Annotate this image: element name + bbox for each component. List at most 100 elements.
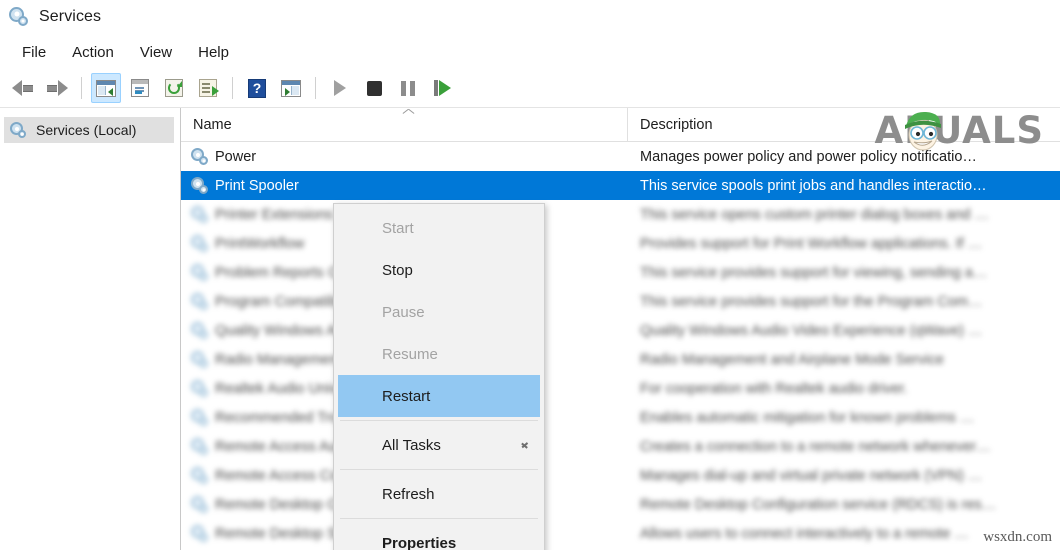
context-menu-item-properties[interactable]: Properties [334,522,544,550]
column-header-name-label: Name [193,116,232,133]
table-row[interactable]: Recommended Troubleshooting Service Enab… [181,403,1060,432]
service-name: Power [215,148,257,165]
service-description: Radio Management and Airplane Mode Servi… [640,351,944,368]
service-description: This service provides support for viewin… [640,264,988,281]
cell-name: Power [181,147,628,166]
service-gear-icon [191,321,210,340]
context-menu-item-stop[interactable]: Stop [334,249,544,291]
stop-icon [366,80,382,96]
menu-bar: File Action View Help [0,36,1060,68]
table-row[interactable]: PrintWorkflow Provides support for Print… [181,229,1060,258]
service-name: PrintWorkflow [215,235,305,252]
services-rows: Power Manages power policy and power pol… [181,142,1060,548]
column-header-name[interactable]: Name [181,108,628,141]
service-description: Creates a connection to a remote network… [640,438,991,455]
window-title: Services [39,7,102,25]
table-row[interactable]: Printer Extensions and Notifications Thi… [181,200,1060,229]
back-button[interactable] [8,73,38,103]
service-gear-icon [191,234,210,253]
service-gear-icon [191,205,210,224]
start-service-button[interactable] [325,73,355,103]
service-name: Print Spooler [215,177,299,194]
column-header-description-label: Description [640,116,713,133]
toolbar-separator [232,77,233,99]
context-menu-item-start: Start [382,219,414,237]
service-gear-icon [191,466,210,485]
service-gear-icon [191,176,210,195]
forward-button[interactable] [42,73,72,103]
context-menu-separator [340,518,538,519]
context-menu-item-refresh[interactable]: Refresh [334,473,544,515]
properties-icon [131,79,149,97]
forward-arrow-icon [46,79,68,97]
menu-file[interactable]: File [10,41,58,64]
service-gear-icon [191,147,210,166]
toolbar-separator [81,77,82,99]
table-row[interactable]: Print Spooler This service spools print … [181,171,1060,200]
table-row[interactable]: Remote Access Auto Connection Manager Cr… [181,432,1060,461]
help-button[interactable]: ? [242,73,272,103]
play-icon [334,80,346,96]
service-description: Manages power policy and power policy no… [640,148,977,165]
toolbar-separator [315,77,316,99]
restart-icon [433,80,451,96]
sidebar-item-services-local[interactable]: Services (Local) [4,117,174,143]
table-row[interactable]: Remote Access Connection Manager Manages… [181,461,1060,490]
service-gear-icon [191,263,210,282]
properties-button[interactable] [125,73,155,103]
show-action-pane-button[interactable] [276,73,306,103]
export-list-button[interactable] [193,73,223,103]
service-gear-icon [191,495,210,514]
table-row[interactable]: Radio Management Service Radio Managemen… [181,345,1060,374]
restart-service-button[interactable] [427,73,457,103]
context-menu: Start Stop Pause Resume Restart All Task… [333,203,545,550]
service-gear-icon [191,350,210,369]
table-row[interactable]: Program Compatibility Assistant Service … [181,287,1060,316]
service-gear-icon [191,292,210,311]
menu-action[interactable]: Action [60,41,126,64]
context-menu-separator [340,469,538,470]
chevron-right-icon [521,440,528,451]
refresh-icon [165,79,183,97]
context-menu-item-all-tasks-label: All Tasks [382,436,441,454]
sort-ascending-icon [403,110,414,117]
service-description: Manages dial-up and virtual private netw… [640,467,983,484]
table-row[interactable]: Quality Windows Audio Video Experience Q… [181,316,1060,345]
context-menu-item-resume: Resume [382,345,438,363]
service-description: For cooperation with Realtek audio drive… [640,380,908,397]
table-row[interactable]: Realtek Audio Universal Service For coop… [181,374,1060,403]
context-menu-item-restart[interactable]: Restart [338,375,540,417]
context-menu-separator [340,420,538,421]
menu-view[interactable]: View [128,41,184,64]
service-description: This service provides support for the Pr… [640,293,983,310]
stop-service-button[interactable] [359,73,389,103]
action-pane-icon [281,79,301,97]
table-row[interactable]: Power Manages power policy and power pol… [181,142,1060,171]
service-description: This service opens custom printer dialog… [640,206,989,223]
column-header-row: Name Description [181,108,1060,142]
table-row[interactable]: Remote Desktop Services Allows users to … [181,519,1060,548]
toolbar: ? [0,69,1060,108]
title-bar: Services [0,0,1060,33]
services-list-pane: Name Description Power Manages power pol… [181,108,1060,550]
gears-icon [10,121,28,139]
refresh-button[interactable] [159,73,189,103]
back-arrow-icon [12,79,34,97]
console-tree-pane: Services (Local) [0,108,181,550]
context-menu-item-all-tasks[interactable]: All Tasks [334,424,544,466]
service-gear-icon [191,524,210,543]
menu-help[interactable]: Help [186,41,241,64]
table-row[interactable]: Problem Reports Control Panel Support Th… [181,258,1060,287]
service-description: This service spools print jobs and handl… [640,177,987,194]
show-hide-console-tree-button[interactable] [91,73,121,103]
column-header-description[interactable]: Description [628,108,1060,141]
cell-name: Print Spooler [181,176,628,195]
services-window: Services File Action View Help ? Service… [0,0,1060,550]
service-gear-icon [191,379,210,398]
service-description: Enables automatic mitigation for known p… [640,409,975,426]
service-description: Provides support for Print Workflow appl… [640,235,983,252]
table-row[interactable]: Remote Desktop Configuration Remote Desk… [181,490,1060,519]
service-description: Remote Desktop Configuration service (RD… [640,496,997,513]
help-question-icon: ? [248,78,266,98]
pause-service-button[interactable] [393,73,423,103]
